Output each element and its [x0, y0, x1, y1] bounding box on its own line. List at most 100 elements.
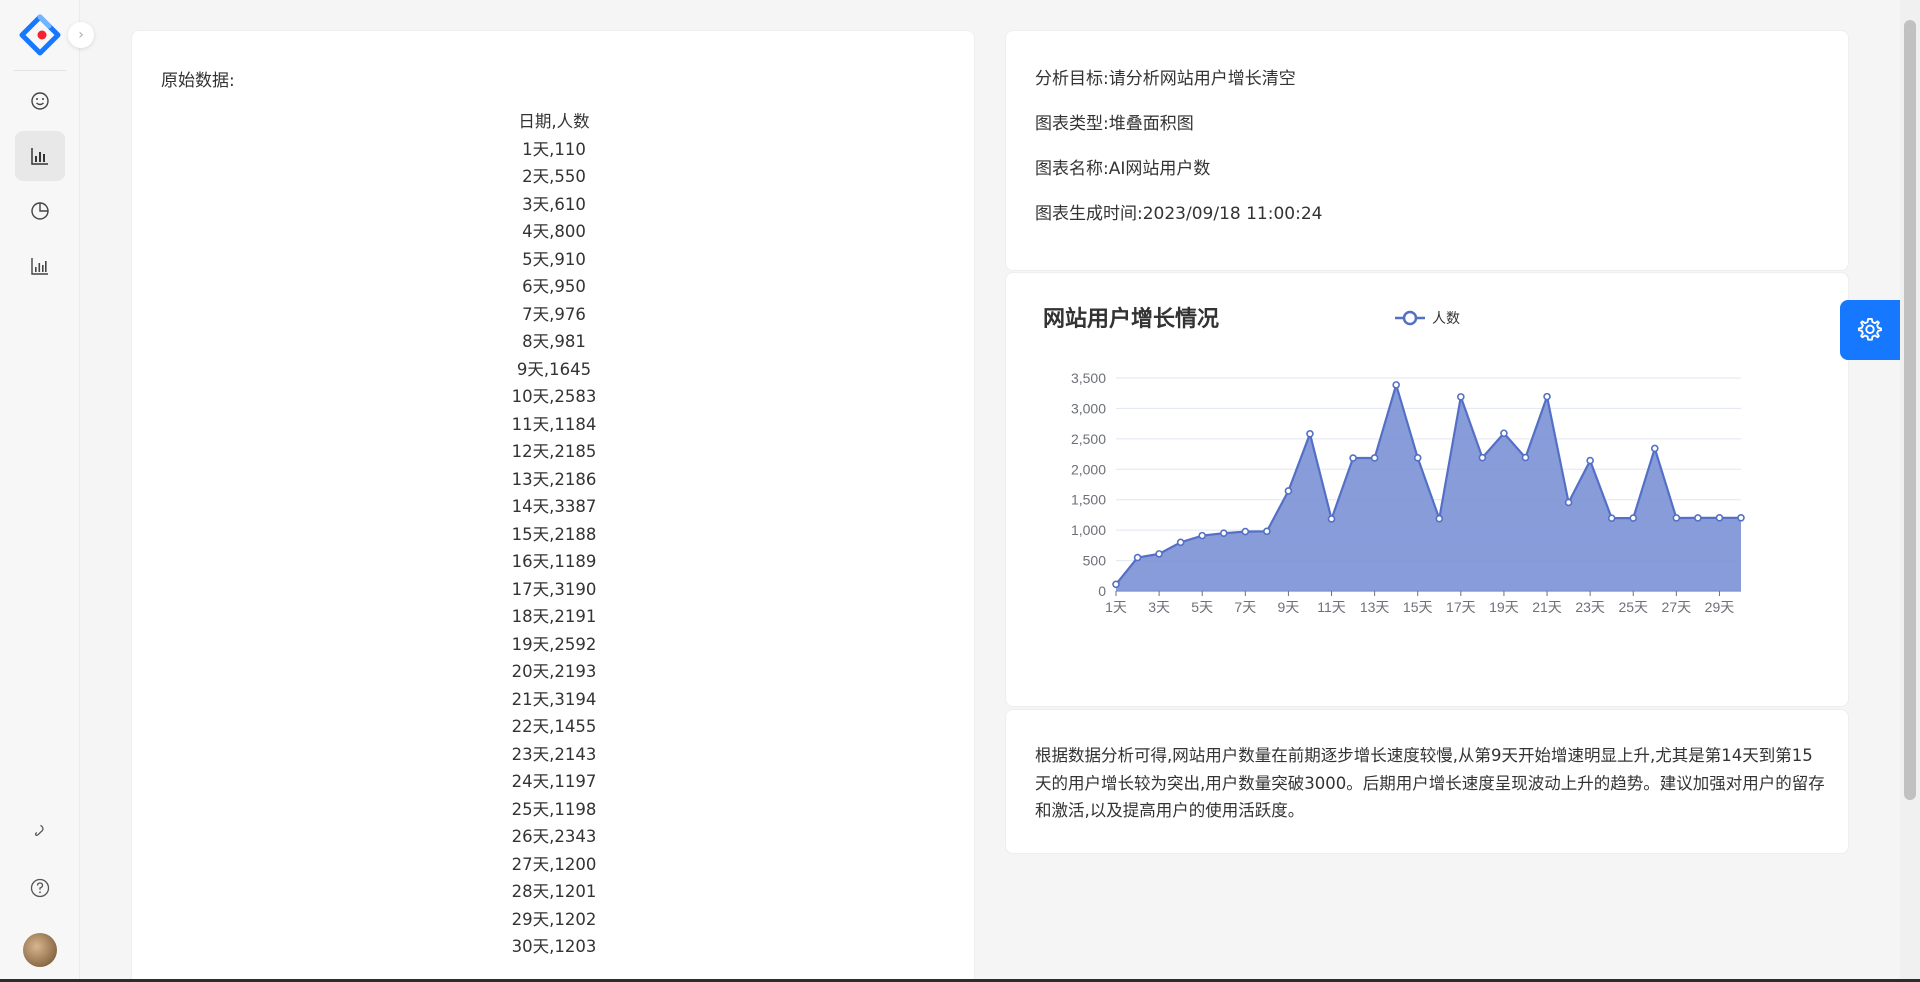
logo-divider — [14, 70, 66, 71]
data-point[interactable] — [1176, 538, 1185, 547]
raw-data-row: 25天,1198 — [511, 799, 597, 819]
chart-name: 图表名称:AI网站用户数 — [1035, 159, 1211, 179]
legend-label: 人数 — [1432, 310, 1460, 326]
data-point[interactable] — [1478, 453, 1487, 462]
raw-data-row: 27天,1200 — [511, 854, 597, 874]
data-point[interactable] — [1112, 580, 1120, 589]
data-point[interactable] — [1694, 514, 1702, 522]
y-tick-label: 3,000 — [1071, 400, 1106, 416]
raw-data-row: 10天,2583 — [511, 387, 597, 406]
user-avatar[interactable] — [23, 933, 57, 967]
raw-data-row: 14天,3387 — [511, 497, 597, 516]
raw-data-row: 6天,950 — [522, 277, 586, 296]
data-point[interactable] — [1737, 513, 1745, 522]
raw-data-row: 7天,976 — [522, 304, 586, 324]
raw-data-row: 11天,1184 — [511, 414, 597, 434]
data-point[interactable] — [1155, 550, 1163, 558]
raw-data-row: 22天,1455 — [511, 717, 597, 736]
scrollbar-thumb[interactable] — [1904, 20, 1916, 800]
x-tick-label: 3天 — [1148, 599, 1170, 615]
sidebar-collapse-button[interactable]: › — [68, 22, 94, 48]
data-point[interactable] — [1327, 515, 1336, 523]
raw-data-row: 3天,610 — [522, 194, 586, 214]
x-tick-label: 7天 — [1234, 599, 1256, 615]
data-point[interactable] — [1284, 487, 1293, 495]
x-tick-label: 19天 — [1489, 599, 1519, 615]
x-tick-label: 23天 — [1575, 599, 1605, 615]
nav-item-smile[interactable] — [15, 76, 65, 126]
raw-data-row: 30天,1203 — [511, 937, 597, 956]
y-tick-label: 500 — [1083, 553, 1107, 569]
y-tick-label: 1,000 — [1071, 522, 1106, 538]
help-button[interactable] — [25, 873, 55, 903]
column-chart-icon — [31, 258, 48, 275]
raw-data-row: 13天,2186 — [511, 469, 597, 489]
data-point[interactable] — [1715, 514, 1724, 522]
data-point[interactable] — [1564, 498, 1573, 507]
raw-data-row: 2天,550 — [522, 167, 586, 186]
raw-data-row: 17天,3190 — [511, 579, 597, 599]
raw-data-row: 9天,1645 — [516, 359, 592, 379]
raw-data-row: 16天,1189 — [511, 552, 597, 571]
bar-chart-icon — [31, 148, 48, 165]
data-point[interactable] — [1543, 392, 1551, 401]
y-tick-label: 1,500 — [1071, 492, 1106, 508]
data-point[interactable] — [1521, 453, 1530, 462]
chart-title: 网站用户增长情况 — [1043, 306, 1219, 331]
settings-button[interactable] — [1840, 300, 1900, 360]
raw-data-row: 26天,2343 — [511, 827, 597, 846]
data-point[interactable] — [1586, 456, 1594, 465]
data-point[interactable] — [1133, 553, 1142, 562]
data-point[interactable] — [1629, 514, 1638, 522]
raw-data-row: 28天,1201 — [511, 882, 597, 901]
data-point[interactable] — [1500, 429, 1508, 438]
chart-legend[interactable]: 人数 — [1395, 310, 1460, 326]
analysis-goal: 分析目标:请分析网站用户增长清空 — [1035, 69, 1296, 89]
data-point[interactable] — [1370, 454, 1379, 462]
x-tick-label: 9天 — [1278, 599, 1300, 615]
raw-data-row: 24天,1197 — [511, 772, 597, 791]
x-tick-label: 25天 — [1618, 599, 1648, 615]
y-tick-label: 2,500 — [1071, 431, 1106, 447]
raw-data-row: 20天,2193 — [511, 662, 597, 681]
data-point[interactable] — [1263, 527, 1271, 536]
nav-item-stats[interactable] — [15, 241, 65, 291]
data-point[interactable] — [1198, 531, 1207, 540]
raw-data-row: 29天,1202 — [511, 909, 597, 929]
analysis-card: 根据数据分析可得,网站用户数量在前期逐步增长速度较慢,从第9天开始增速明显上升,… — [1005, 709, 1849, 854]
chart-type: 图表类型:堆叠面积图 — [1035, 114, 1194, 134]
chart-meta-card: 分析目标:请分析网站用户增长清空 图表类型:堆叠面积图 图表名称:AI网站用户数… — [1005, 30, 1849, 271]
data-point[interactable] — [1349, 454, 1357, 462]
nav-item-bar-chart[interactable] — [15, 131, 65, 181]
app-logo[interactable] — [19, 14, 61, 56]
raw-data-list: 日期,人数 1天,110 2天,550 3天,610 4天,800 5天,910 6天,9… — [132, 108, 976, 961]
sidebar — [0, 0, 80, 982]
smile-icon — [31, 92, 49, 110]
raw-data-row: 15天,2188 — [511, 524, 597, 544]
data-point[interactable] — [1241, 527, 1250, 536]
chevron-right-icon: › — [78, 27, 84, 43]
page-scrollbar[interactable] — [1900, 0, 1920, 982]
data-point[interactable] — [1650, 444, 1659, 453]
x-tick-label: 27天 — [1662, 599, 1692, 615]
raw-data-row: 5天,910 — [522, 249, 586, 269]
raw-data-row: 12天,2185 — [511, 442, 597, 461]
x-tick-label: 1天 — [1105, 599, 1127, 615]
data-point[interactable] — [1607, 514, 1616, 522]
data-point[interactable] — [1306, 430, 1314, 438]
data-point[interactable] — [1672, 514, 1681, 522]
raw-data-card: 原始数据: 日期,人数 1天,110 2天,550 3天,610 4天,800 5天,9… — [131, 30, 975, 982]
data-point[interactable] — [1435, 514, 1444, 523]
data-point[interactable] — [1457, 393, 1465, 401]
raw-data-row: 8天,981 — [522, 332, 586, 351]
data-point[interactable] — [1219, 529, 1228, 537]
data-point[interactable] — [1392, 381, 1400, 389]
link-icon-button[interactable] — [25, 816, 55, 846]
data-point[interactable] — [1413, 454, 1422, 462]
gear-icon — [1857, 317, 1883, 341]
raw-data-row: 1天,110 — [522, 139, 586, 159]
nav-item-pie-chart[interactable] — [15, 186, 65, 236]
pie-chart-icon — [31, 202, 49, 220]
raw-data-header: 日期,人数 — [518, 112, 590, 131]
raw-data-title: 原始数据: — [161, 71, 235, 91]
